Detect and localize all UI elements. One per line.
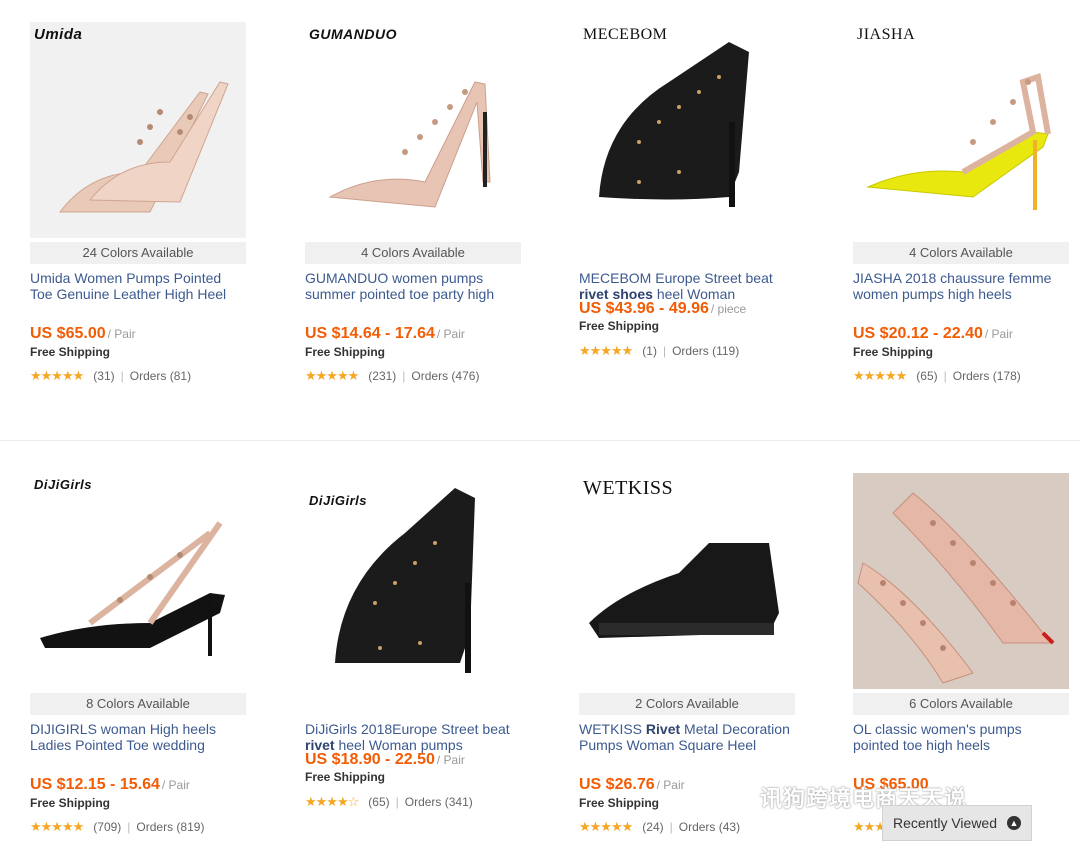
colors-available: 6 Colors Available: [853, 693, 1069, 715]
star-rating-icon: ★★★★★: [853, 368, 907, 383]
recently-viewed-button[interactable]: Recently Viewed ▲: [882, 805, 1032, 841]
order-count: Orders (119): [672, 344, 740, 358]
product-price: US $14.64 - 17.64/ Pair: [305, 325, 465, 342]
product-price: US $12.15 - 15.64/ Pair: [30, 776, 190, 793]
order-count: Orders (178): [952, 369, 1021, 383]
product-title[interactable]: OL classic women's pumps pointed toe hig…: [853, 721, 1069, 753]
free-shipping: Free Shipping: [579, 319, 660, 333]
rating-row: ★★★★★ (31) | Orders (81): [30, 368, 192, 383]
rating-row: ★★★★★ (231) | Orders (476): [305, 368, 480, 383]
chevron-up-icon: ▲: [1007, 816, 1022, 830]
free-shipping: Free Shipping: [305, 770, 386, 784]
brand-logo: GUMANDUO: [309, 26, 397, 42]
colors-available: 2 Colors Available: [579, 693, 795, 715]
order-count: Orders (341): [404, 795, 473, 809]
colors-available: 4 Colors Available: [853, 242, 1069, 264]
review-count: (31): [93, 369, 115, 383]
product-title[interactable]: GUMANDUO women pumps summer pointed toe …: [305, 270, 521, 302]
product-image[interactable]: [853, 473, 1069, 689]
product-image[interactable]: DiJiGirls: [305, 473, 521, 689]
brand-logo: JIASHA: [857, 26, 916, 43]
free-shipping: Free Shipping: [853, 345, 934, 359]
product-title[interactable]: DIJIGIRLS woman High heels Ladies Pointe…: [30, 721, 246, 753]
review-count: (231): [368, 369, 397, 383]
rating-row: ★★★★★ (1) | Orders (119): [579, 343, 740, 358]
star-rating-icon: ★★★★★: [579, 343, 633, 358]
product-image[interactable]: WETKISS: [579, 473, 795, 689]
free-shipping: Free Shipping: [305, 345, 386, 359]
star-rating-icon: ★★★★★: [579, 819, 633, 834]
product-price: US $18.90 - 22.50/ Pair: [305, 751, 465, 768]
review-count: (1): [642, 344, 657, 358]
review-count: (65): [368, 795, 390, 809]
order-count: Orders (43): [678, 820, 741, 834]
product-image[interactable]: Umida: [30, 22, 246, 238]
product-image[interactable]: MECEBOM: [579, 22, 795, 238]
brand-logo: DiJiGirls: [34, 477, 92, 492]
free-shipping: Free Shipping: [30, 345, 111, 359]
rating-row: ★★★★★ (709) | Orders (819): [30, 819, 205, 834]
colors-available: 24 Colors Available: [30, 242, 246, 264]
star-rating-icon: ★★★★★: [30, 368, 84, 383]
recently-viewed-label: Recently Viewed: [892, 815, 998, 831]
rating-row: ★★★★★ (24) | Orders (43): [579, 819, 741, 834]
free-shipping: Free Shipping: [30, 796, 111, 810]
star-rating-icon: ★★★★★: [30, 819, 84, 834]
brand-logo: WETKISS: [583, 477, 674, 499]
product-image[interactable]: JIASHA: [853, 22, 1069, 238]
brand-logo: MECEBOM: [583, 26, 668, 43]
product-title[interactable]: WETKISS Rivet Metal Decoration Pumps Wom…: [579, 721, 795, 753]
product-price: US $43.96 - 49.96/ piece: [579, 300, 747, 317]
rating-row: ★★★★★ (65) | Orders (178): [853, 368, 1021, 383]
order-count: Orders (476): [411, 369, 480, 383]
product-image[interactable]: GUMANDUO: [305, 22, 521, 238]
product-price: US $26.76/ Pair: [579, 776, 685, 793]
order-count: Orders (819): [136, 820, 205, 834]
product-title[interactable]: JIASHA 2018 chaussure femme women pumps …: [853, 270, 1069, 302]
product-title[interactable]: DiJiGirls 2018Europe Street beat rivet h…: [305, 721, 521, 753]
product-price: US $65.00/ Pair: [30, 325, 136, 342]
review-count: (24): [642, 820, 664, 834]
product-title[interactable]: MECEBOM Europe Street beat rivet shoes h…: [579, 270, 795, 302]
colors-available: 4 Colors Available: [305, 242, 521, 264]
order-count: Orders (81): [129, 369, 192, 383]
review-count: (65): [916, 369, 938, 383]
free-shipping: Free Shipping: [579, 796, 660, 810]
review-count: (709): [93, 820, 122, 834]
product-image[interactable]: DiJiGirls: [30, 473, 246, 689]
star-rating-icon: ★★★★★: [305, 368, 359, 383]
colors-available: 8 Colors Available: [30, 693, 246, 715]
row-divider: [0, 440, 1080, 441]
rating-row: ★★★★☆ (65) | Orders (341): [305, 794, 473, 809]
product-grid: Umida 24 Colors Available Umida Women Pu…: [0, 0, 1080, 843]
brand-logo: DiJiGirls: [309, 493, 367, 508]
product-price: US $20.12 - 22.40/ Pair: [853, 325, 1013, 342]
star-rating-icon: ★★★★☆: [305, 794, 359, 809]
product-title[interactable]: Umida Women Pumps Pointed Toe Genuine Le…: [30, 270, 246, 302]
brand-logo: Umida: [34, 26, 83, 43]
